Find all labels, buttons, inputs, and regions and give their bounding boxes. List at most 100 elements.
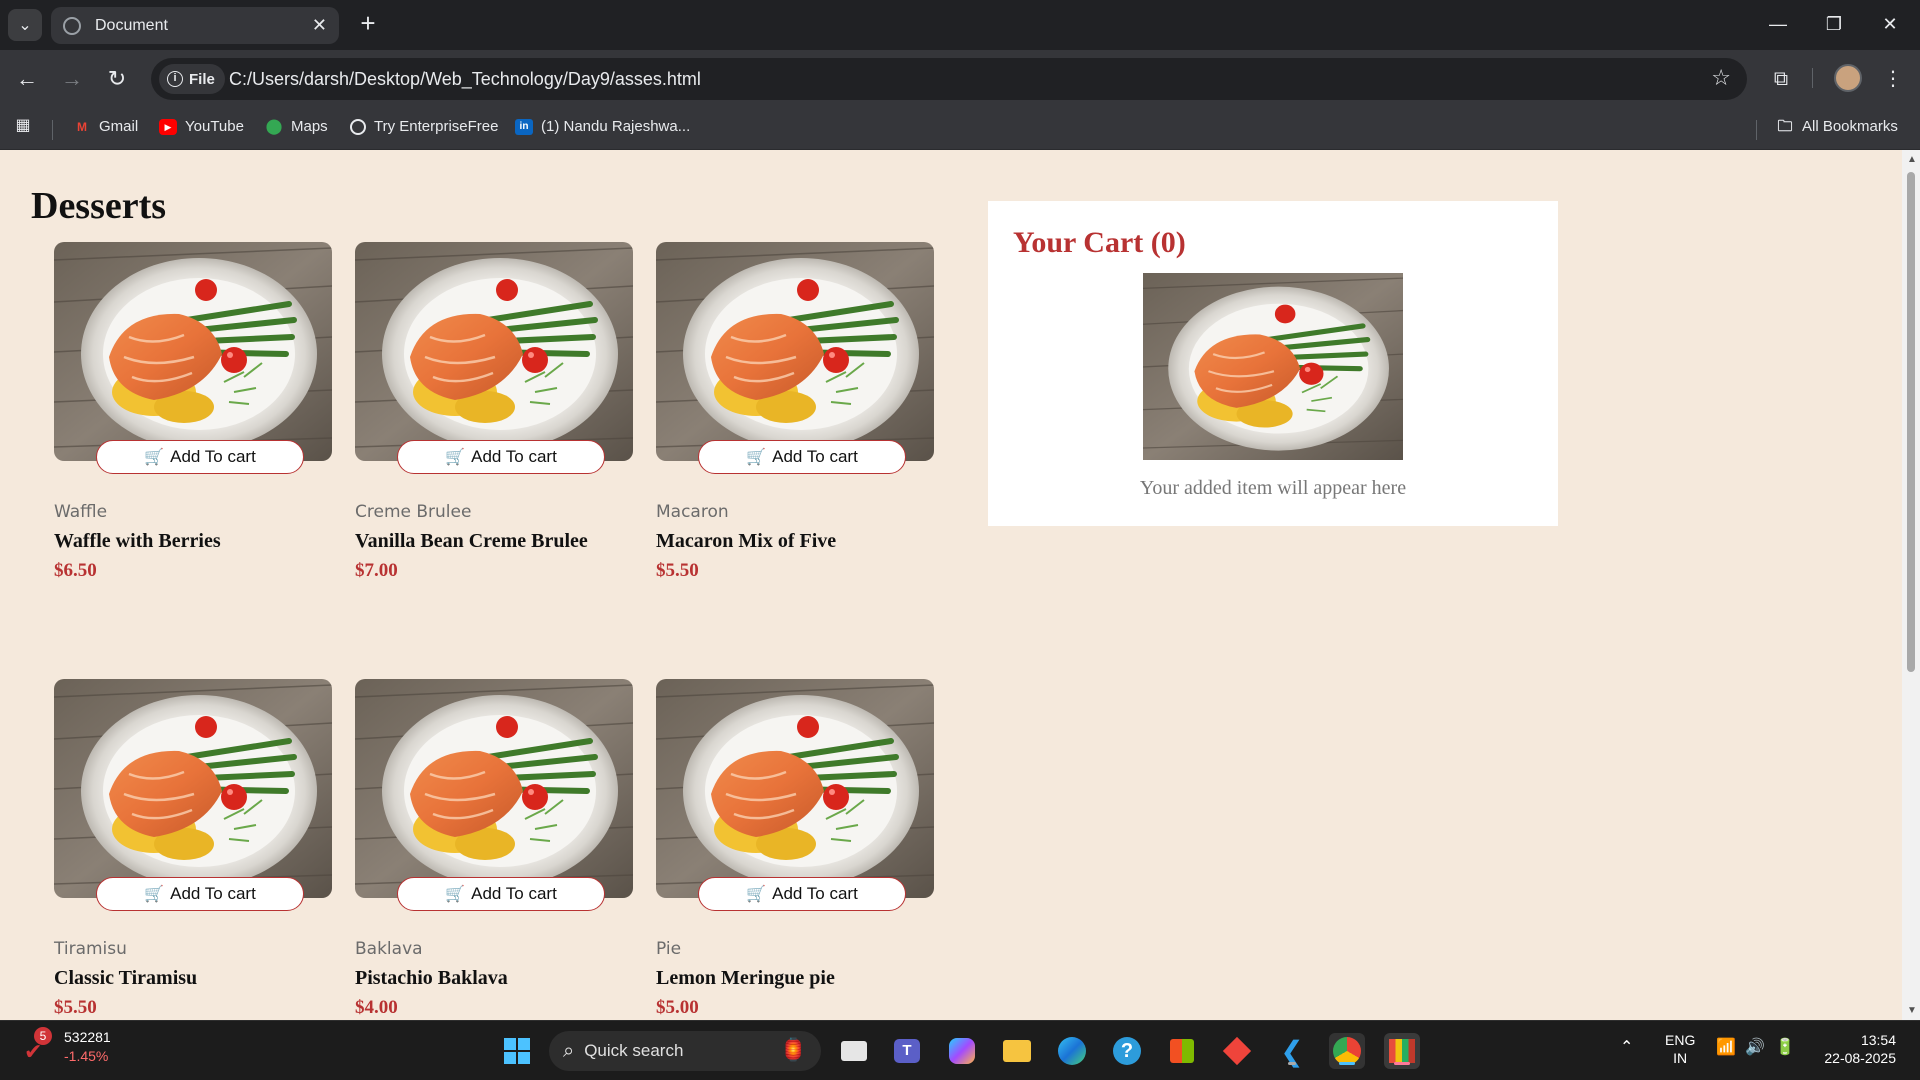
address-bar[interactable]: i File C:/Users/darsh/Desktop/Web_Techno…: [151, 58, 1747, 100]
extensions-icon[interactable]: ⧉: [1765, 63, 1797, 95]
apps-grid-icon[interactable]: ▦: [14, 118, 40, 134]
product-card: 🛒 Add To cart Creme Brulee Vanilla Bean C…: [355, 242, 633, 581]
product-card: 🛒 Add To cart Tiramisu Classic Tiramisu $…: [54, 679, 332, 1018]
tab-title: Document: [95, 16, 168, 34]
chevron-down-icon: ⌄: [18, 17, 32, 34]
browser-tab-document[interactable]: Document ✕: [51, 7, 339, 44]
product-card: 🛒 Add To cart Pie Lemon Meringue pie $5.0…: [656, 679, 934, 1018]
teams-icon[interactable]: T: [889, 1033, 925, 1069]
tray-overflow-chevron-icon[interactable]: ⌃: [1620, 1039, 1633, 1057]
product-name: Pistachio Baklava: [355, 967, 508, 989]
page-viewport: Desserts 🛒 Add To cart Waffle Waffle with…: [0, 150, 1902, 1020]
stock-value: 532281: [64, 1029, 111, 1045]
add-to-cart-button[interactable]: 🛒 Add To cart: [698, 440, 906, 474]
get-help-icon[interactable]: ?: [1109, 1033, 1145, 1069]
search-highlight-icon: 🏮: [779, 1037, 807, 1062]
product-category: Macaron: [656, 502, 729, 522]
task-view-icon[interactable]: [836, 1033, 872, 1069]
back-button[interactable]: ←: [11, 63, 43, 95]
product-category: Creme Brulee: [355, 502, 472, 522]
product-price: $5.50: [656, 560, 699, 581]
stock-widget[interactable]: ✔ 5 532281 -1.45%: [24, 1027, 111, 1064]
product-image: [54, 242, 332, 461]
info-icon: i: [167, 71, 183, 87]
product-image: [355, 242, 633, 461]
taskbar-search[interactable]: ⌕ Quick search 🏮: [549, 1031, 821, 1071]
close-window-button[interactable]: ✕: [1862, 8, 1918, 40]
volume-icon[interactable]: 🔊: [1745, 1039, 1765, 1057]
site-info-chip[interactable]: i File: [159, 64, 225, 94]
edge-icon[interactable]: [1054, 1033, 1090, 1069]
all-bookmarks[interactable]: 🗀 All Bookmarks: [1776, 118, 1897, 135]
page-title: Desserts: [31, 185, 167, 227]
restore-button[interactable]: ❐: [1806, 8, 1862, 40]
url-text[interactable]: C:/Users/darsh/Desktop/Web_Technology/Da…: [229, 69, 701, 90]
product-price: $6.50: [54, 560, 97, 581]
tab-search-button[interactable]: ⌄: [8, 9, 42, 41]
bookmark-linkedin[interactable]: in (1) Nandu Rajeshwa...: [515, 118, 690, 135]
cart-icon: 🛒: [445, 449, 466, 466]
product-image: [656, 242, 934, 461]
scroll-down-arrow-icon[interactable]: ▼: [1907, 1005, 1917, 1016]
product-image: [54, 679, 332, 898]
clock-time: 13:54: [1860, 1032, 1896, 1048]
language-indicator[interactable]: ENG IN: [1665, 1031, 1695, 1067]
product-card: 🛒 Add To cart Baklava Pistachio Baklava $…: [355, 679, 633, 1018]
active-indicator: [1339, 1062, 1355, 1065]
file-explorer-icon[interactable]: [999, 1033, 1035, 1069]
windows-start-icon[interactable]: [499, 1033, 535, 1069]
youtube-icon: ▶: [159, 118, 177, 135]
bookmark-enterprise[interactable]: Try EnterpriseFree: [350, 118, 498, 135]
add-to-cart-button[interactable]: 🛒 Add To cart: [397, 877, 605, 911]
add-to-cart-button[interactable]: 🛒 Add To cart: [397, 440, 605, 474]
product-image: [355, 679, 633, 898]
add-to-cart-button[interactable]: 🛒 Add To cart: [96, 877, 304, 911]
clock-date: 22-08-2025: [1824, 1050, 1896, 1066]
cart-icon: 🛒: [144, 449, 165, 466]
bookmark-star-icon[interactable]: ☆: [1711, 65, 1731, 91]
product-price: $5.00: [656, 997, 699, 1018]
running-indicator: [1394, 1062, 1410, 1065]
menu-kebab-icon[interactable]: ⋮: [1877, 63, 1909, 95]
chrome-icon[interactable]: [1329, 1033, 1365, 1069]
copilot-icon[interactable]: [944, 1033, 980, 1069]
scroll-up-arrow-icon[interactable]: ▲: [1907, 154, 1917, 165]
stock-widget-icon: ✔ 5: [24, 1027, 54, 1064]
scroll-thumb[interactable]: [1907, 172, 1915, 672]
anydesk-icon[interactable]: [1219, 1033, 1255, 1069]
colorful-app-icon[interactable]: [1384, 1033, 1420, 1069]
cart-icon: 🛒: [746, 449, 767, 466]
product-category: Baklava: [355, 939, 423, 959]
close-tab-icon[interactable]: ✕: [312, 15, 327, 36]
vscode-icon[interactable]: ❮: [1274, 1033, 1310, 1069]
stock-change: -1.45%: [64, 1048, 109, 1064]
cart-empty-image: [1143, 273, 1403, 460]
add-to-cart-button[interactable]: 🛒 Add To cart: [698, 877, 906, 911]
minimize-button[interactable]: —: [1750, 8, 1806, 40]
profile-avatar[interactable]: [1834, 64, 1862, 92]
battery-icon[interactable]: 🔋: [1775, 1039, 1795, 1057]
bookmark-maps[interactable]: ⬤ Maps: [265, 118, 328, 135]
product-name: Macaron Mix of Five: [656, 530, 837, 552]
bookmark-gmail[interactable]: M Gmail: [73, 118, 138, 135]
forward-button[interactable]: →: [56, 63, 88, 95]
product-card: 🛒 Add To cart Waffle Waffle with Berries …: [54, 242, 332, 581]
cart-icon: 🛒: [746, 886, 767, 903]
new-tab-button[interactable]: +: [352, 8, 384, 40]
reload-button[interactable]: ↻: [101, 63, 133, 95]
product-image: [656, 679, 934, 898]
cart-title: Your Cart (0): [1013, 226, 1186, 259]
wifi-icon[interactable]: 📶: [1716, 1039, 1736, 1057]
page-scrollbar[interactable]: ▲ ▼: [1902, 150, 1920, 1020]
clock[interactable]: 13:54 22-08-2025: [1816, 1031, 1896, 1067]
cart-icon: 🛒: [445, 886, 466, 903]
globe-icon: [350, 118, 366, 135]
bookmark-youtube[interactable]: ▶ YouTube: [159, 118, 244, 135]
cart-empty-text: Your added item will appear here: [1139, 477, 1407, 499]
product-price: $4.00: [355, 997, 398, 1018]
product-category: Tiramisu: [54, 939, 127, 959]
microsoft-store-icon[interactable]: [1164, 1033, 1200, 1069]
add-to-cart-button[interactable]: 🛒 Add To cart: [96, 440, 304, 474]
notification-badge: 5: [34, 1027, 52, 1045]
product-name: Lemon Meringue pie: [656, 967, 835, 989]
